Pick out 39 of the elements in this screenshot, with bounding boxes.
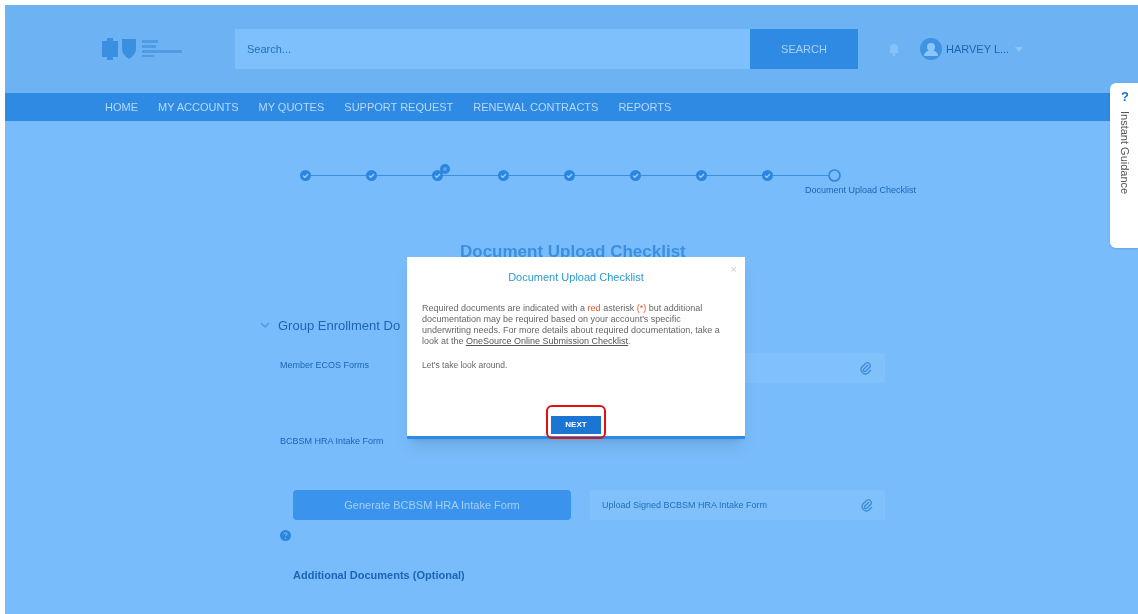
section-title[interactable]: Group Enrollment Do: [278, 316, 401, 336]
chevron-icon[interactable]: [260, 322, 270, 330]
upload-field[interactable]: [745, 353, 885, 383]
step-complete-icon[interactable]: [300, 170, 311, 181]
form-label: BCBSM HRA Intake Form: [280, 435, 384, 448]
upload-field[interactable]: Upload Signed BCBSM HRA Intake Form: [590, 490, 885, 520]
step-complete-icon[interactable]: [432, 170, 443, 181]
nav-link[interactable]: MY QUOTES: [258, 98, 325, 116]
step-complete-icon[interactable]: [498, 170, 509, 181]
user-name[interactable]: HARVEY L...: [946, 40, 1010, 58]
step-complete-icon[interactable]: [564, 170, 575, 181]
step-complete-icon[interactable]: [630, 170, 641, 181]
step-complete-icon[interactable]: [696, 170, 707, 181]
close-button[interactable]: ×: [730, 261, 737, 278]
guidance-tab[interactable]: ? Instant Guidance: [1110, 83, 1138, 248]
dialog-title: Document Upload Checklist: [507, 270, 645, 285]
search-field[interactable]: Search...: [235, 29, 750, 69]
step-complete-icon[interactable]: [762, 170, 773, 181]
paperclip-icon[interactable]: [860, 498, 874, 512]
dialog-text: Required documents are indicated with a red asterisk (*) but additional documentation may be required based on your account's specific underwriting needs. For more details about required documentation, take a look at the OneSource Online Submission Checklist.: [422, 302, 721, 347]
nav-link[interactable]: RENEWAL CONTRACTS: [473, 98, 599, 116]
nav-link[interactable]: REPORTS: [618, 98, 672, 116]
search-button[interactable]: SEARCH: [750, 29, 858, 69]
dialog-text: Let's take look around.: [422, 358, 509, 372]
nav-link[interactable]: MY ACCOUNTS: [158, 98, 239, 116]
form-label: Member ECOS Forms: [280, 359, 369, 372]
paperclip-icon[interactable]: [859, 361, 873, 375]
step-current-icon[interactable]: [828, 169, 841, 182]
step-complete-icon[interactable]: [366, 170, 377, 181]
step-label: Document Upload Checklist: [804, 184, 916, 197]
help-icon[interactable]: [280, 530, 291, 541]
generate-button[interactable]: Generate BCBSM HRA Intake Form: [293, 490, 571, 520]
page-title: Document Upload Checklist: [460, 241, 686, 263]
section-title: Additional Documents (Optional): [293, 568, 465, 583]
caret-icon[interactable]: [1015, 46, 1024, 52]
nav-link[interactable]: HOME: [105, 98, 138, 116]
avatar-icon[interactable]: [920, 38, 942, 60]
next-button[interactable]: NEXT: [551, 416, 601, 434]
nav-link[interactable]: SUPPORT REQUEST: [344, 98, 454, 116]
